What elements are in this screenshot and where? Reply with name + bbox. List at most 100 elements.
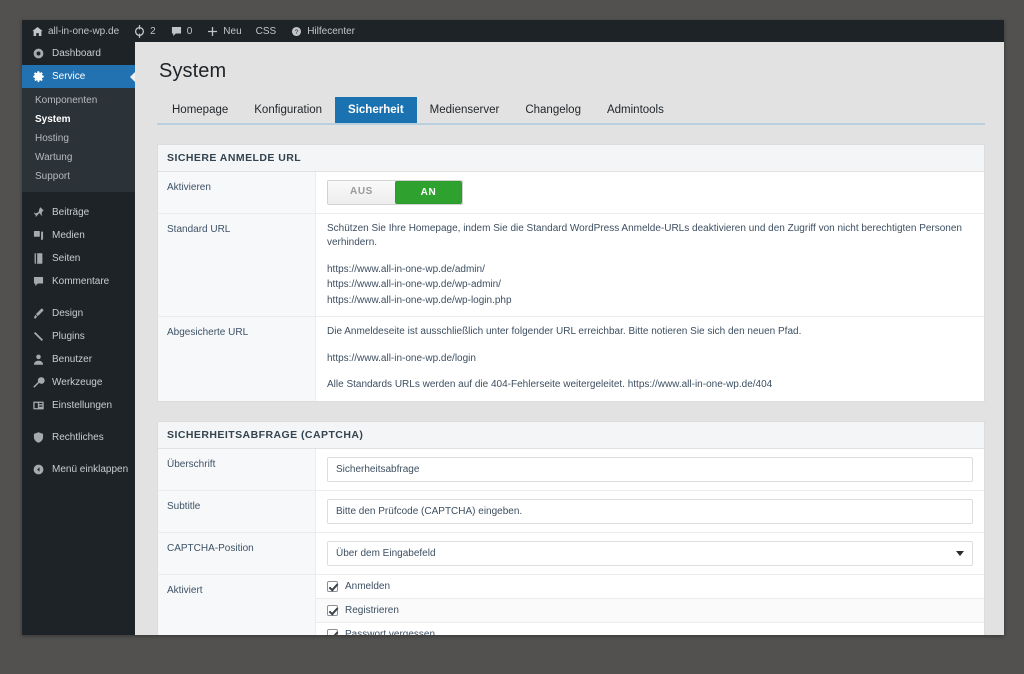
sidebar-item-label: Service [52, 71, 86, 82]
sidebar-item-plugins[interactable]: Plugins [22, 325, 135, 348]
toggle-option-off[interactable]: AUS [328, 180, 395, 204]
row-captcha-title: Überschrift [158, 448, 984, 491]
adminbar-comments-count: 0 [186, 25, 193, 37]
tab-changelog[interactable]: Changelog [512, 97, 594, 123]
adminbar-new-label: Neu [223, 25, 242, 37]
sidebar-subitem-system[interactable]: System [22, 110, 135, 129]
captcha-position-select[interactable]: Über dem Eingabefeld [327, 540, 973, 566]
settings-icon [31, 399, 45, 413]
tab-homepage[interactable]: Homepage [159, 97, 241, 123]
sidebar-item-label: Design [52, 308, 84, 319]
row-body: AUS AN [316, 171, 984, 213]
svg-text:?: ? [295, 29, 299, 36]
row-body [316, 448, 984, 490]
sidebar-collapse-menu[interactable]: Menü einklappen [22, 458, 135, 481]
captcha-subtitle-input[interactable] [327, 498, 973, 524]
chevron-down-icon [956, 551, 964, 557]
sidebar-subitem-wartung[interactable]: Wartung [22, 148, 135, 167]
captcha-title-input[interactable] [327, 456, 973, 482]
sidebar-item-label: Rechtliches [52, 432, 104, 443]
panel-heading: SICHERE ANMELDE URL [158, 144, 984, 172]
checkbox-anmelden[interactable] [327, 580, 338, 592]
sidebar-item-seiten[interactable]: Seiten [22, 247, 135, 270]
adminbar-site-label: all-in-one-wp.de [48, 25, 120, 37]
tab-konfiguration[interactable]: Konfiguration [241, 97, 335, 123]
user-icon [31, 353, 45, 367]
sidebar-submenu-service: Komponenten System Hosting Wartung Suppo… [22, 88, 135, 192]
sidebar-item-einstellungen[interactable]: Einstellungen [22, 394, 135, 417]
adminbar-css[interactable]: CSS [249, 20, 284, 42]
sidebar-divider [22, 293, 135, 302]
tab-admintools[interactable]: Admintools [594, 97, 677, 123]
adminbar-updates[interactable]: 2 [126, 20, 163, 42]
checkbox-registrieren[interactable] [327, 604, 338, 616]
home-icon [31, 25, 44, 38]
tab-sicherheit[interactable]: Sicherheit [335, 97, 417, 123]
tab-medienserver[interactable]: Medienserver [417, 97, 513, 123]
row-body: Die Anmeldeseite ist ausschließlich unte… [316, 317, 984, 401]
sidebar-item-design[interactable]: Design [22, 302, 135, 325]
captcha-position-value: Über dem Eingabefeld [327, 540, 973, 566]
plugin-icon [31, 330, 45, 344]
sidebar-item-medien[interactable]: Medien [22, 224, 135, 247]
dashboard-icon [31, 47, 45, 61]
sidebar-subitem-komponenten[interactable]: Komponenten [22, 91, 135, 110]
row-body: Über dem Eingabefeld [316, 532, 984, 574]
row-captcha-subtitle: Subtitle [158, 490, 984, 533]
standard-url-3: https://www.all-in-one-wp.de/wp-login.ph… [327, 294, 512, 306]
adminbar-help[interactable]: ? Hilfecenter [283, 20, 362, 42]
checkbox-label: Anmelden [345, 580, 391, 592]
secured-url-note: Alle Standards URLs werden auf die 404-F… [327, 379, 773, 391]
adminbar-comments[interactable]: 0 [163, 20, 200, 42]
plus-icon [206, 25, 219, 38]
sidebar-subitem-hosting[interactable]: Hosting [22, 129, 135, 148]
checkbox-row-passwort-vergessen[interactable]: Passwort vergessen [316, 623, 984, 635]
activate-toggle[interactable]: AUS AN [327, 179, 463, 205]
main-content: System Homepage Konfiguration Sicherheit… [135, 42, 1004, 635]
tab-bar: Homepage Konfiguration Sicherheit Medien… [157, 97, 985, 125]
sidebar-item-beitraege[interactable]: Beiträge [22, 201, 135, 224]
row-label: Standard URL [158, 213, 316, 317]
sidebar-item-label: Beiträge [52, 207, 90, 218]
standard-url-description: Schützen Sie Ihre Homepage, indem Sie di… [327, 222, 962, 249]
adminbar-updates-count: 2 [150, 25, 156, 37]
page-title: System [159, 60, 227, 82]
sidebar-item-label: Dashboard [52, 48, 101, 59]
secured-url-value: https://www.all-in-one-wp.de/login [327, 352, 476, 364]
sidebar-item-label: Medien [52, 230, 85, 241]
toggle-option-on[interactable]: AN [395, 180, 462, 204]
sidebar-item-label: Plugins [52, 331, 85, 342]
checkbox-label: Passwort vergessen [345, 628, 436, 635]
row-activate: Aktivieren AUS AN [158, 171, 984, 214]
brush-icon [31, 307, 45, 321]
comment-icon [31, 275, 45, 289]
row-body [316, 490, 984, 532]
row-label: Subtitle [158, 490, 316, 532]
sidebar-item-label: Benutzer [52, 354, 93, 365]
checkbox-row-registrieren[interactable]: Registrieren [316, 598, 984, 623]
sidebar-collapse-label: Menü einklappen [52, 464, 129, 475]
sidebar-item-rechtliches[interactable]: Rechtliches [22, 426, 135, 449]
adminbar-new[interactable]: Neu [199, 20, 248, 42]
gear-icon [31, 70, 45, 84]
row-body: Schützen Sie Ihre Homepage, indem Sie di… [316, 213, 984, 317]
checkbox-label: Registrieren [345, 604, 399, 616]
sidebar-subitem-support[interactable]: Support [22, 167, 135, 186]
adminbar-site-name[interactable]: all-in-one-wp.de [22, 20, 126, 42]
sidebar-item-service[interactable]: Service [22, 65, 136, 88]
sidebar-item-kommentare[interactable]: Kommentare [22, 270, 135, 293]
row-label: Aktiviert [158, 574, 316, 635]
checkbox-row-anmelden[interactable]: Anmelden [316, 575, 984, 599]
sidebar-item-benutzer[interactable]: Benutzer [22, 348, 135, 371]
pages-icon [31, 252, 45, 266]
row-label: CAPTCHA-Position [158, 532, 316, 574]
checkbox-passwort-vergessen[interactable] [327, 628, 338, 635]
sidebar-item-werkzeuge[interactable]: Werkzeuge [22, 371, 135, 394]
sidebar-divider [22, 417, 135, 426]
media-icon [31, 229, 45, 243]
sidebar-item-dashboard[interactable]: Dashboard [22, 42, 135, 65]
row-body: Anmelden Registrieren Passwort vergessen [316, 574, 984, 635]
panel-captcha: SICHERHEITSABFRAGE (CAPTCHA) Überschrift… [157, 420, 985, 635]
row-label: Abgesicherte URL [158, 317, 316, 401]
